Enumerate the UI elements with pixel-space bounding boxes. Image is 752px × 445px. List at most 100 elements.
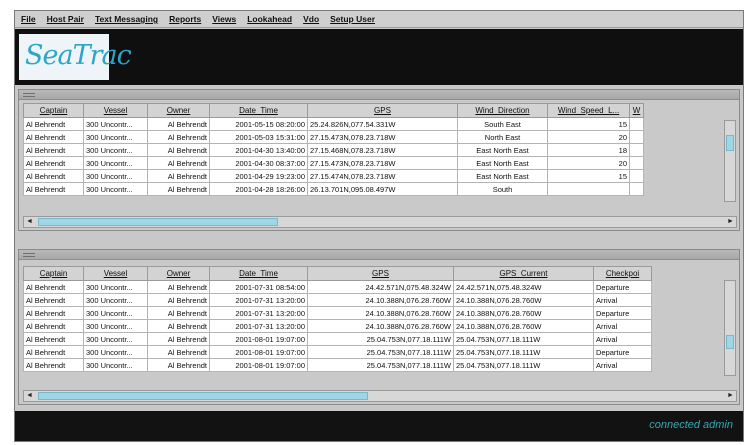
table-cell[interactable]: 24.10.388N,076.28.760W bbox=[307, 319, 454, 333]
scroll-thumb[interactable] bbox=[38, 218, 278, 226]
table-cell[interactable]: South bbox=[457, 182, 548, 196]
table-cell[interactable]: Al Behrendt bbox=[23, 358, 84, 372]
table-cell[interactable]: 2001-08-01 19:07:00 bbox=[209, 345, 308, 359]
table-cell[interactable]: 2001-08-01 19:07:00 bbox=[209, 358, 308, 372]
table-cell[interactable]: 2001-07-31 08:54:00 bbox=[209, 280, 308, 294]
table-row[interactable]: Al Behrendt 300 Uncontr... Al Behrendt 2001… bbox=[23, 156, 644, 170]
scroll-thumb[interactable] bbox=[726, 335, 734, 349]
table-cell[interactable]: Al Behrendt bbox=[23, 117, 84, 131]
col-header-gps[interactable]: GPS bbox=[307, 266, 454, 281]
col-header-w[interactable]: W bbox=[629, 103, 644, 118]
table-cell[interactable]: Al Behrendt bbox=[147, 156, 210, 170]
table-cell[interactable] bbox=[629, 182, 644, 196]
menu-views[interactable]: Views bbox=[212, 14, 236, 24]
table-cell[interactable]: 300 Uncontr... bbox=[83, 293, 148, 307]
grip-icon[interactable] bbox=[23, 253, 35, 257]
table-row[interactable]: Al Behrendt 300 Uncontr... Al Behrendt 2001… bbox=[23, 345, 652, 359]
table-cell[interactable]: 27.15.473N,078.23.718W bbox=[307, 130, 458, 144]
events-horizontal-scrollbar[interactable]: ◄ ► bbox=[23, 390, 737, 402]
table-cell[interactable]: 24.10.388N,076.28.760W bbox=[307, 293, 454, 307]
voyage-vertical-scrollbar[interactable] bbox=[724, 120, 736, 202]
menu-reports[interactable]: Reports bbox=[169, 14, 201, 24]
table-cell[interactable]: Al Behrendt bbox=[147, 358, 210, 372]
table-cell[interactable]: 2001-07-31 13:20:00 bbox=[209, 319, 308, 333]
table-cell[interactable]: Al Behrendt bbox=[23, 169, 84, 183]
menu-setup-user[interactable]: Setup User bbox=[330, 14, 375, 24]
scroll-left-icon[interactable]: ◄ bbox=[24, 391, 35, 401]
table-cell[interactable]: 2001-07-31 13:20:00 bbox=[209, 293, 308, 307]
table-cell[interactable]: Al Behrendt bbox=[147, 130, 210, 144]
table-cell[interactable]: Al Behrendt bbox=[23, 156, 84, 170]
table-cell[interactable] bbox=[547, 182, 630, 196]
scroll-thumb[interactable] bbox=[726, 135, 734, 151]
table-cell[interactable]: 300 Uncontr... bbox=[83, 143, 148, 157]
table-cell[interactable] bbox=[629, 156, 644, 170]
scroll-left-icon[interactable]: ◄ bbox=[24, 217, 35, 227]
table-cell[interactable]: Arrival bbox=[593, 293, 652, 307]
table-cell[interactable]: 300 Uncontr... bbox=[83, 358, 148, 372]
table-cell[interactable] bbox=[629, 169, 644, 183]
table-cell[interactable]: Al Behrendt bbox=[147, 169, 210, 183]
table-cell[interactable]: 25.04.753N,077.18.111W bbox=[453, 332, 594, 346]
table-row[interactable]: Al Behrendt 300 Uncontr... Al Behrendt 2001… bbox=[23, 143, 644, 157]
table-cell[interactable]: 20 bbox=[547, 156, 630, 170]
table-cell[interactable]: East North East bbox=[457, 156, 548, 170]
table-cell[interactable] bbox=[629, 130, 644, 144]
table-cell[interactable]: 20 bbox=[547, 130, 630, 144]
table-cell[interactable]: East North East bbox=[457, 169, 548, 183]
grip-icon[interactable] bbox=[23, 93, 35, 97]
table-cell[interactable] bbox=[629, 117, 644, 131]
table-cell[interactable]: 25.04.753N,077.18.111W bbox=[453, 345, 594, 359]
table-cell[interactable]: 300 Uncontr... bbox=[83, 156, 148, 170]
table-cell[interactable]: 24.10.388N,076.28.760W bbox=[453, 293, 594, 307]
table-cell[interactable]: Departure bbox=[593, 280, 652, 294]
col-header-vessel[interactable]: Vessel bbox=[83, 266, 148, 281]
table-cell[interactable]: 300 Uncontr... bbox=[83, 332, 148, 346]
table-cell[interactable]: 300 Uncontr... bbox=[83, 182, 148, 196]
table-cell[interactable]: Al Behrendt bbox=[147, 182, 210, 196]
table-cell[interactable]: 2001-08-01 19:07:00 bbox=[209, 332, 308, 346]
table-cell[interactable]: Departure bbox=[593, 306, 652, 320]
table-cell[interactable]: 25.04.753N,077.18.111W bbox=[307, 345, 454, 359]
menu-host-pair[interactable]: Host Pair bbox=[47, 14, 84, 24]
table-cell[interactable]: 24.10.388N,076.28.760W bbox=[307, 306, 454, 320]
table-cell[interactable]: 2001-04-30 13:40:00 bbox=[209, 143, 308, 157]
table-cell[interactable]: North East bbox=[457, 130, 548, 144]
table-cell[interactable]: Al Behrendt bbox=[23, 306, 84, 320]
table-row[interactable]: Al Behrendt 300 Uncontr... Al Behrendt 2001… bbox=[23, 306, 652, 320]
scroll-thumb[interactable] bbox=[38, 392, 368, 400]
table-cell[interactable]: 300 Uncontr... bbox=[83, 117, 148, 131]
table-row[interactable]: Al Behrendt 300 Uncontr... Al Behrendt 2001… bbox=[23, 182, 644, 196]
table-cell[interactable]: 24.42.571N,075.48.324W bbox=[307, 280, 454, 294]
table-cell[interactable]: 26.13.701N,095.08.497W bbox=[307, 182, 458, 196]
table-cell[interactable]: Al Behrendt bbox=[147, 345, 210, 359]
table-cell[interactable]: 2001-05-03 15:31:00 bbox=[209, 130, 308, 144]
menu-file[interactable]: File bbox=[21, 14, 36, 24]
col-header-owner[interactable]: Owner bbox=[147, 103, 210, 118]
table-cell[interactable]: 18 bbox=[547, 143, 630, 157]
table-cell[interactable]: Al Behrendt bbox=[23, 319, 84, 333]
table-cell[interactable]: 15 bbox=[547, 117, 630, 131]
table-cell[interactable]: Al Behrendt bbox=[23, 332, 84, 346]
table-cell[interactable]: Al Behrendt bbox=[23, 293, 84, 307]
table-cell[interactable]: Al Behrendt bbox=[23, 280, 84, 294]
table-row[interactable]: Al Behrendt 300 Uncontr... Al Behrendt 2001… bbox=[23, 130, 644, 144]
table-cell[interactable]: 300 Uncontr... bbox=[83, 130, 148, 144]
col-header-vessel[interactable]: Vessel bbox=[83, 103, 148, 118]
table-cell[interactable]: East North East bbox=[457, 143, 548, 157]
table-cell[interactable]: 2001-07-31 13:20:00 bbox=[209, 306, 308, 320]
table-row[interactable]: Al Behrendt 300 Uncontr... Al Behrendt 2001… bbox=[23, 332, 652, 346]
table-row[interactable]: Al Behrendt 300 Uncontr... Al Behrendt 2001… bbox=[23, 280, 652, 294]
table-row[interactable]: Al Behrendt 300 Uncontr... Al Behrendt 2001… bbox=[23, 117, 644, 131]
events-vertical-scrollbar[interactable] bbox=[724, 280, 736, 376]
table-cell[interactable]: 300 Uncontr... bbox=[83, 169, 148, 183]
col-header-wind-speed[interactable]: Wind_Speed_L... bbox=[547, 103, 630, 118]
table-cell[interactable]: 25.04.753N,077.18.111W bbox=[453, 358, 594, 372]
table-cell[interactable]: 2001-04-28 18:26:00 bbox=[209, 182, 308, 196]
table-cell[interactable]: Al Behrendt bbox=[23, 345, 84, 359]
menu-text-messaging[interactable]: Text Messaging bbox=[95, 14, 158, 24]
table-row[interactable]: Al Behrendt 300 Uncontr... Al Behrendt 2001… bbox=[23, 358, 652, 372]
table-cell[interactable]: 2001-04-29 19:23:00 bbox=[209, 169, 308, 183]
table-cell[interactable]: 24.10.388N,076.28.760W bbox=[453, 306, 594, 320]
col-header-captain[interactable]: Captain bbox=[23, 266, 84, 281]
